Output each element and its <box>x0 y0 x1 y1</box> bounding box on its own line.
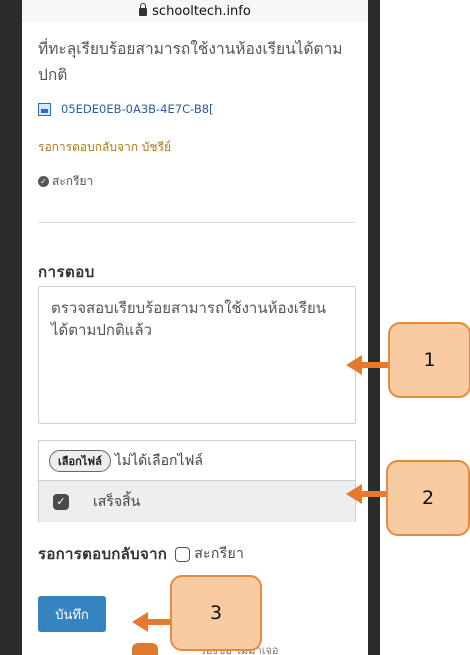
arrow-2 <box>346 484 386 504</box>
callout-3: 3 <box>170 575 262 651</box>
arrow-1 <box>346 355 388 375</box>
callout-1: 1 <box>388 322 470 398</box>
arrow-3-shape <box>132 612 170 632</box>
callout-2: 2 <box>386 460 470 536</box>
arrow-2-shape <box>346 484 386 504</box>
arrow-1-shape <box>346 355 388 375</box>
arrow-3 <box>132 612 170 632</box>
